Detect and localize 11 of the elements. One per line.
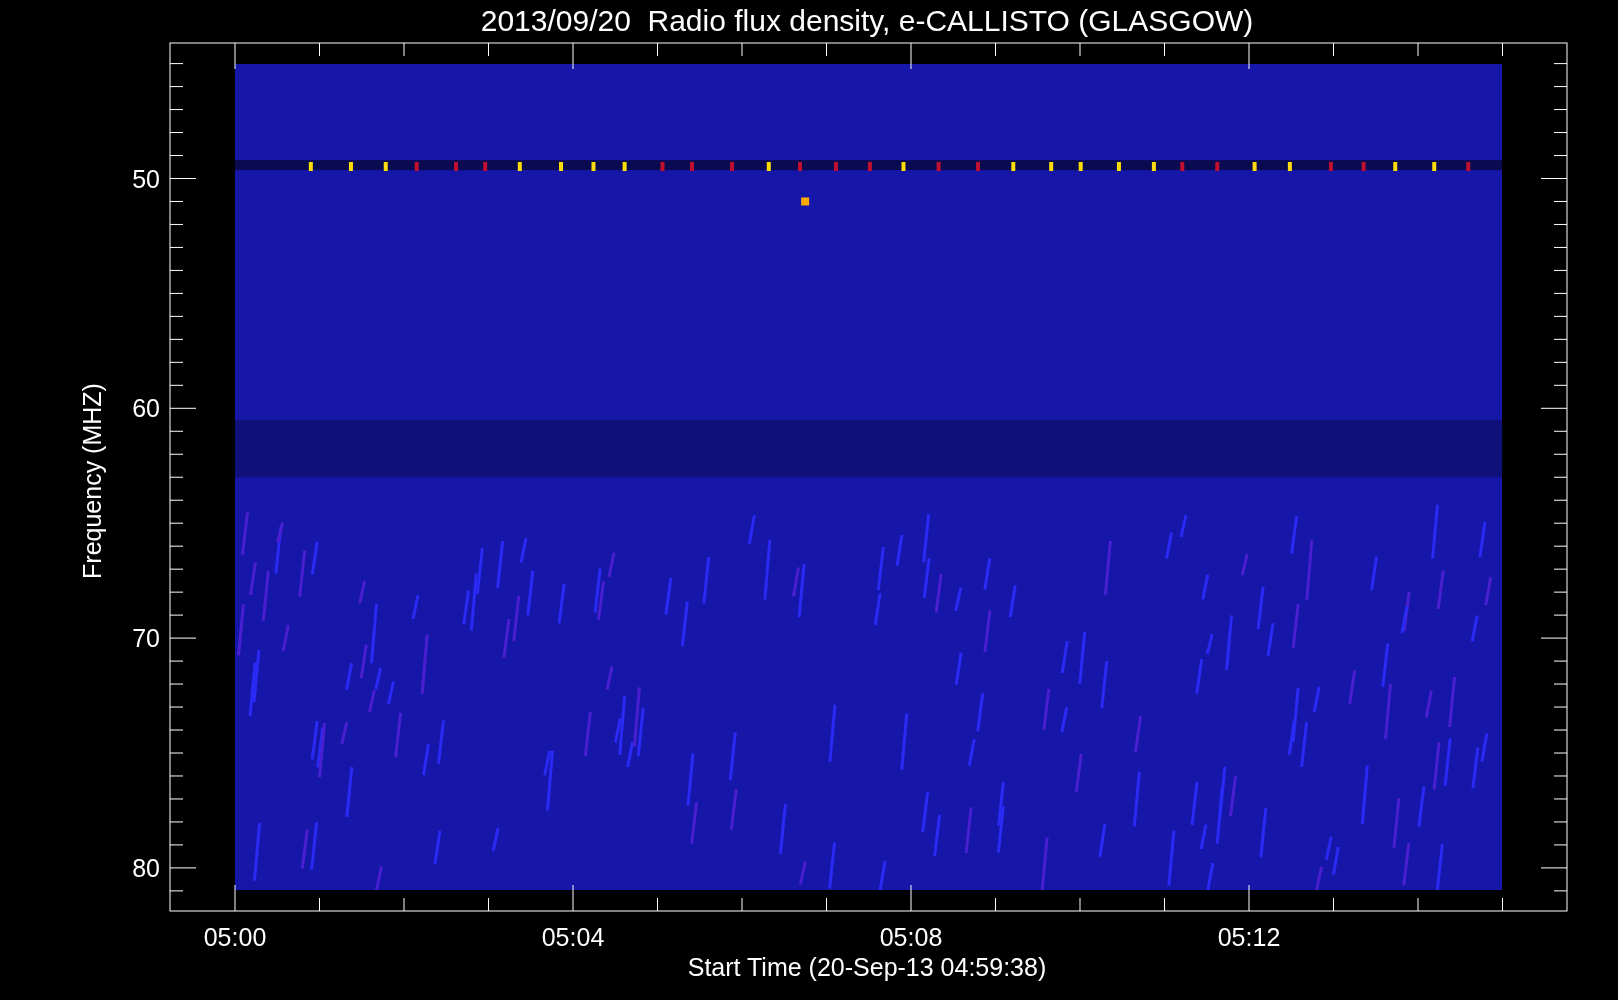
chart-title: 2013/09/20 Radio flux density, e-CALLISTO (GLASGOW) xyxy=(480,4,1254,37)
tick-label: 05:04 xyxy=(541,923,605,951)
axis-label: Frequency (MHZ) xyxy=(78,383,106,579)
tick-label: 80 xyxy=(132,853,160,882)
tick-label: 50 xyxy=(132,164,160,193)
axis-label: Start Time (20-Sep-13 04:59:38) xyxy=(687,953,1047,981)
tick-label: 05:12 xyxy=(1217,923,1281,951)
tick-label: 05:08 xyxy=(879,923,943,951)
tick-label: 70 xyxy=(132,624,160,653)
tick-label: 05:00 xyxy=(203,923,267,951)
tick-label: 60 xyxy=(132,394,160,423)
